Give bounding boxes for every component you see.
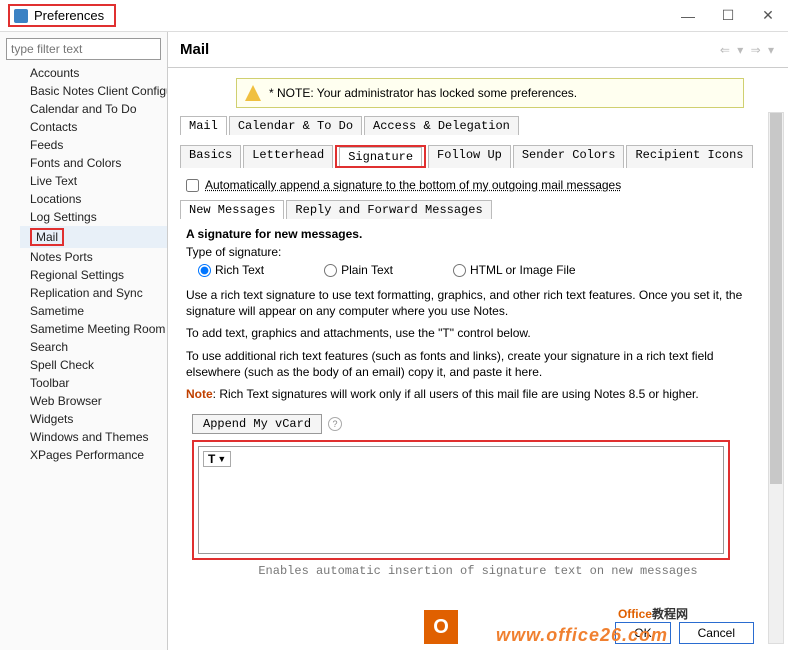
- filter-box: [6, 38, 161, 60]
- nav-arrows[interactable]: ⇐ ▾ ⇒ ▾: [720, 43, 776, 57]
- tab-letterhead[interactable]: Letterhead: [243, 145, 333, 168]
- tree-item-spell[interactable]: Spell Check: [20, 356, 167, 374]
- signature-section: A signature for new messages. Type of si…: [176, 219, 784, 578]
- tree-item-log[interactable]: Log Settings: [20, 208, 167, 226]
- maximize-button[interactable]: ☐: [708, 0, 748, 32]
- tree-item-fonts[interactable]: Fonts and Colors: [20, 154, 167, 172]
- page-header: Mail ⇐ ▾ ⇒ ▾: [168, 32, 788, 68]
- tree-item-replication[interactable]: Replication and Sync: [20, 284, 167, 302]
- tabs-level1: Mail Calendar & To Do Access & Delegatio…: [180, 116, 784, 135]
- ok-button[interactable]: OK: [615, 622, 670, 644]
- tree-item-web[interactable]: Web Browser: [20, 392, 167, 410]
- note-label: Note: [186, 387, 213, 401]
- titlebar: Preferences — ☐ ✕: [0, 0, 788, 32]
- brand-logo: O: [424, 610, 458, 644]
- tab-new-messages[interactable]: New Messages: [180, 200, 284, 219]
- tree-item-regional[interactable]: Regional Settings: [20, 266, 167, 284]
- tree-item-locations[interactable]: Locations: [20, 190, 167, 208]
- tab-mail[interactable]: Mail: [180, 116, 227, 135]
- tab-followup[interactable]: Follow Up: [428, 145, 511, 168]
- filter-input[interactable]: [6, 38, 161, 60]
- tree-item-basic-notes[interactable]: Basic Notes Client Configu: [20, 82, 167, 100]
- tree-item-toolbar[interactable]: Toolbar: [20, 374, 167, 392]
- tree-item-windows[interactable]: Windows and Themes: [20, 428, 167, 446]
- main-panel: Mail ⇐ ▾ ⇒ ▾ * NOTE: Your administrator …: [168, 32, 788, 650]
- dialog-buttons: OK Cancel: [615, 622, 754, 644]
- vertical-scrollbar[interactable]: [768, 112, 784, 644]
- help-icon[interactable]: ?: [328, 417, 342, 431]
- chevron-down-icon: ▼: [217, 454, 226, 464]
- richtext-highlight: T▼: [192, 440, 730, 560]
- tree-item-sametime[interactable]: Sametime: [20, 302, 167, 320]
- radio-html[interactable]: HTML or Image File: [453, 263, 576, 277]
- tab-access[interactable]: Access & Delegation: [364, 116, 519, 135]
- tree-item-sametime-room[interactable]: Sametime Meeting Room: [20, 320, 167, 338]
- t-control[interactable]: T▼: [203, 451, 231, 467]
- richtext-editor[interactable]: T▼: [198, 446, 724, 554]
- title-highlight: Preferences: [8, 4, 116, 27]
- window-title: Preferences: [34, 8, 104, 23]
- para-1: Use a rich text signature to use text fo…: [186, 287, 770, 319]
- auto-append-label: Automatically append a signature to the …: [205, 178, 621, 192]
- cancel-button[interactable]: Cancel: [679, 622, 754, 644]
- radio-html-input[interactable]: [453, 264, 466, 277]
- prefs-tree: Accounts Basic Notes Client Configu Cale…: [0, 64, 167, 464]
- type-radios: Rich Text Plain Text HTML or Image File: [198, 263, 770, 277]
- sidebar: Accounts Basic Notes Client Configu Cale…: [0, 32, 168, 650]
- signature-highlight: Signature: [335, 145, 426, 168]
- auto-append-row: Automatically append a signature to the …: [186, 178, 784, 192]
- content: * NOTE: Your administrator has locked so…: [168, 68, 788, 650]
- tree-item-accounts[interactable]: Accounts: [20, 64, 167, 82]
- radio-richtext[interactable]: Rich Text: [198, 263, 264, 277]
- scrollbar-thumb[interactable]: [770, 113, 782, 484]
- radio-richtext-input[interactable]: [198, 264, 211, 277]
- tree-item-widgets[interactable]: Widgets: [20, 410, 167, 428]
- footer-description: Enables automatic insertion of signature…: [186, 564, 770, 578]
- tabs-level3: New Messages Reply and Forward Messages: [180, 200, 784, 219]
- append-row: Append My vCard ?: [192, 414, 770, 434]
- para-4: : Rich Text signatures will work only if…: [213, 387, 699, 401]
- para-3: To use additional rich text features (su…: [186, 348, 770, 380]
- tree-item-ports[interactable]: Notes Ports: [20, 248, 167, 266]
- tree-item-search[interactable]: Search: [20, 338, 167, 356]
- mail-highlight: Mail: [30, 228, 64, 246]
- radio-plaintext[interactable]: Plain Text: [324, 263, 393, 277]
- radio-plaintext-input[interactable]: [324, 264, 337, 277]
- admin-note: * NOTE: Your administrator has locked so…: [236, 78, 744, 108]
- tab-sendercolors[interactable]: Sender Colors: [513, 145, 625, 168]
- close-button[interactable]: ✕: [748, 0, 788, 32]
- brand-name: Office教程网: [618, 605, 688, 622]
- auto-append-checkbox[interactable]: [186, 179, 199, 192]
- tab-basics[interactable]: Basics: [180, 145, 241, 168]
- tree-item-mail[interactable]: Mail: [20, 226, 167, 248]
- warning-icon: [245, 85, 261, 101]
- tabs-level2: Basics Letterhead Signature Follow Up Se…: [180, 145, 784, 168]
- para-2: To add text, graphics and attachments, u…: [186, 325, 770, 341]
- tab-signature[interactable]: Signature: [339, 147, 422, 166]
- sig-heading: A signature for new messages.: [186, 227, 770, 241]
- tree-item-contacts[interactable]: Contacts: [20, 118, 167, 136]
- type-label: Type of signature:: [186, 245, 770, 259]
- tree-item-calendar[interactable]: Calendar and To Do: [20, 100, 167, 118]
- para-note: Note: Rich Text signatures will work onl…: [186, 386, 770, 402]
- tree-item-xpages[interactable]: XPages Performance: [20, 446, 167, 464]
- tree-item-livetext[interactable]: Live Text: [20, 172, 167, 190]
- page-title: Mail: [180, 41, 209, 58]
- admin-note-text: * NOTE: Your administrator has locked so…: [269, 86, 577, 100]
- app-icon: [14, 9, 28, 23]
- tab-reply-forward[interactable]: Reply and Forward Messages: [286, 200, 491, 219]
- tree-item-feeds[interactable]: Feeds: [20, 136, 167, 154]
- tab-recipient[interactable]: Recipient Icons: [626, 145, 752, 168]
- minimize-button[interactable]: —: [668, 0, 708, 32]
- tab-calendar[interactable]: Calendar & To Do: [229, 116, 362, 135]
- window-buttons: — ☐ ✕: [668, 0, 788, 32]
- append-vcard-button[interactable]: Append My vCard: [192, 414, 322, 434]
